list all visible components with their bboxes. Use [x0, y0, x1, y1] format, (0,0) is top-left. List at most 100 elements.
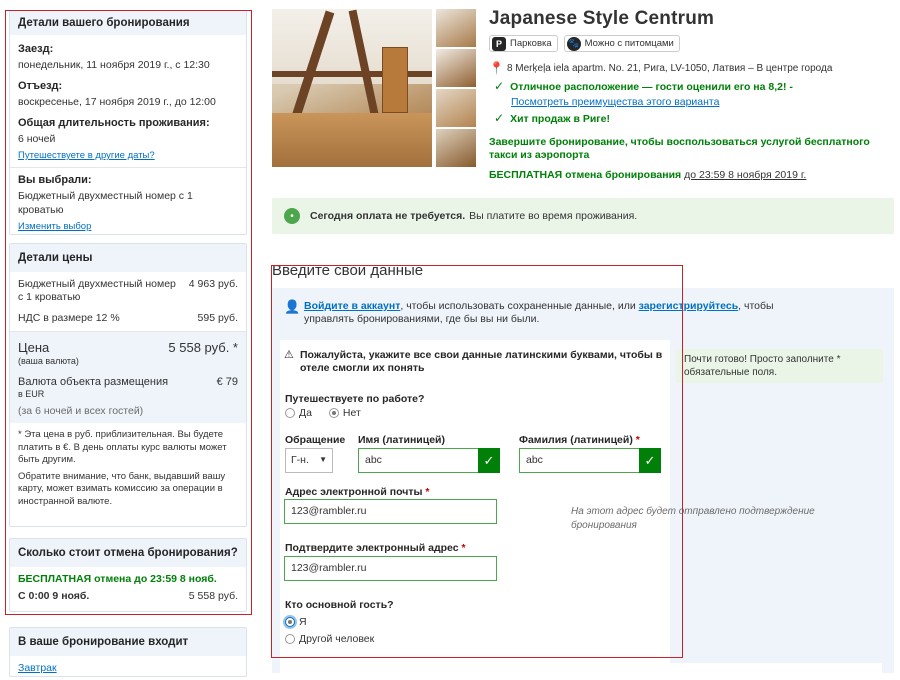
warning-icon: ⚠	[284, 349, 294, 361]
check-icon: ✓	[494, 111, 505, 125]
amenity-parking: P Парковка	[489, 35, 558, 52]
login-mid: , чтобы использовать сохраненные данные,…	[400, 300, 636, 312]
email-input[interactable]: 123@rambler.ru	[284, 499, 497, 524]
rating-text: Отличное расположение — гости оценили ег…	[510, 81, 793, 93]
confirm-email-input[interactable]: 123@rambler.ru	[284, 556, 497, 581]
latin-warning: ⚠ Пожалуйста, укажите все свои данные ла…	[284, 349, 664, 375]
hotel-address-row: 📍 8 Merķeļa iela apartm. No. 21, Рига, L…	[489, 61, 832, 75]
login-link[interactable]: Войдите в аккаунт	[304, 300, 400, 312]
hotel-address: 8 Merķeļa iela apartm. No. 21, Рига, LV-…	[506, 62, 833, 74]
total-label: Цена	[18, 340, 50, 355]
first-name-label: Имя (латиницей)	[358, 434, 446, 446]
checkin-value: понедельник, 11 ноября 2019 г., с 12:30	[18, 59, 210, 71]
main-guest-radio-group: Я Другой человек	[285, 614, 374, 648]
duration-label: Общая длительность проживания:	[18, 117, 210, 129]
form-heading: Введите свои данные	[272, 262, 424, 279]
hotel-main-photo[interactable]	[272, 9, 432, 167]
form-bottom-strip	[286, 663, 882, 673]
checkin-label: Заезд:	[18, 43, 54, 55]
guest-other-option[interactable]: Другой человек	[285, 631, 374, 648]
guest-me-label[interactable]: Я	[299, 616, 307, 628]
other-dates-link[interactable]: Путешествуете в другие даты?	[18, 150, 155, 161]
vat-label: НДС в размере 12 %	[18, 312, 120, 324]
guests-note: (за 6 ночей и всех гостей)	[18, 405, 144, 417]
almost-done-hint: Почти готово! Просто заполните * обязате…	[676, 349, 883, 383]
pay-notice-rest: Вы платите во время проживания.	[469, 210, 638, 222]
confirm-email-value: 123@rambler.ru	[291, 562, 367, 574]
check-icon: ✓	[494, 79, 505, 93]
user-icon: 👤	[284, 299, 301, 314]
amenities-row: P Парковка 🐾 Можно с питомцами	[489, 35, 686, 52]
cancel-fee: 5 558 руб.	[188, 590, 238, 602]
change-selection-link[interactable]: Изменить выбор	[18, 221, 91, 232]
radio-no[interactable]	[328, 408, 339, 419]
radio-no-label[interactable]: Нет	[343, 407, 361, 419]
checkout-label: Отъезд:	[18, 80, 63, 92]
price-note-1: * Эта цена в руб. приблизительная. Вы бу…	[18, 429, 227, 465]
first-name-value: abc	[365, 454, 382, 466]
amenity-pets-label: Можно с питомцами	[584, 38, 674, 49]
rating-row: ✓ Отличное расположение — гости оценили е…	[494, 79, 793, 110]
hotel-name: Japanese Style Centrum	[489, 8, 715, 29]
radio-guest-other[interactable]	[285, 634, 295, 645]
chevron-down-icon: ▼	[319, 455, 327, 464]
duration-value: 6 ночей	[18, 133, 56, 145]
valid-check-icon: ✓	[478, 448, 500, 473]
pay-later-notice: • Сегодня оплата не требуется. Вы платит…	[272, 198, 894, 234]
last-name-label: Фамилия (латиницей) *	[519, 434, 640, 446]
booking-details-title: Детали вашего бронирования	[10, 11, 246, 35]
hit-text: Хит продаж в Риге!	[510, 113, 611, 125]
salutation-select[interactable]: Г-н. ▼	[285, 448, 333, 473]
free-cancel-link[interactable]: до 23:59 8 ноября 2019 г.	[684, 169, 806, 181]
first-name-input[interactable]: abc ✓	[358, 448, 500, 473]
breakfast-link[interactable]: Завтрак	[18, 662, 57, 674]
radio-guest-me[interactable]	[285, 617, 295, 628]
cancel-fee-row: С 0:00 9 нояб. 5 558 руб.	[18, 590, 238, 603]
radio-yes[interactable]	[285, 408, 295, 419]
email-hint: На этот адрес будет отправлено подтвержд…	[571, 506, 815, 531]
hotel-thumb-1[interactable]	[436, 9, 476, 47]
radio-yes-label[interactable]: Да	[299, 407, 312, 419]
amenity-pets: 🐾 Можно с питомцами	[563, 35, 680, 52]
paw-icon: 🐾	[566, 36, 581, 51]
coin-icon: •	[284, 208, 300, 224]
includes-title: В ваше бронирование входит	[10, 628, 246, 656]
main-guest-label: Кто основной гость?	[285, 599, 394, 611]
cancel-from-label: С 0:00 9 нояб.	[18, 590, 90, 602]
hit-row: ✓ Хит продаж в Риге!	[494, 111, 610, 125]
business-label: Путешествуете по работе?	[285, 393, 425, 405]
room-price: 4 963 руб.	[188, 278, 238, 290]
valid-check-icon: ✓	[639, 448, 661, 473]
hotel-thumb-4[interactable]	[436, 129, 476, 167]
register-link[interactable]: зарегистрируйтесь	[639, 300, 739, 312]
amenity-parking-label: Парковка	[510, 38, 552, 49]
booking-details-panel: Детали вашего бронирования Заезд: понеде…	[9, 10, 247, 235]
chosen-value: Бюджетный двухместный номер с 1 кроватью	[18, 190, 193, 216]
benefits-link[interactable]: Посмотреть преимущества этого варианта	[511, 96, 719, 108]
guest-me-option[interactable]: Я	[285, 614, 374, 631]
last-name-input[interactable]: abc ✓	[519, 448, 661, 473]
parking-icon: P	[492, 36, 506, 51]
total-price-row: Цена 5 558 руб. *	[18, 340, 238, 356]
currency-label: Валюта объекта размещения	[18, 376, 169, 388]
vat-value: 595 руб.	[197, 312, 238, 324]
email-label-text: Адрес электронной почты	[285, 486, 423, 498]
login-row: 👤 Войдите в аккаунт, чтобы использовать …	[284, 300, 824, 326]
currency-sub: в EUR	[18, 389, 45, 399]
guest-other-label[interactable]: Другой человек	[299, 633, 374, 645]
checkout-value: воскресенье, 17 ноября 2019 г., до 12:00	[18, 96, 216, 108]
currency-value: € 79	[216, 376, 238, 388]
free-cancel-until: БЕСПЛАТНАЯ отмена до 23:59 8 нояб.	[18, 573, 217, 585]
hotel-thumb-2[interactable]	[436, 49, 476, 87]
free-cancel-bold: БЕСПЛАТНАЯ отмена бронирования	[489, 169, 682, 181]
includes-panel: В ваше бронирование входит Завтрак	[9, 627, 247, 677]
pay-notice-bold: Сегодня оплата не требуется.	[310, 210, 466, 222]
free-cancel-row: БЕСПЛАТНАЯ отмена бронирования до 23:59 …	[489, 169, 806, 181]
map-pin-icon: 📍	[489, 61, 504, 75]
total-value: 5 558 руб. *	[168, 340, 238, 355]
warning-text: Пожалуйста, укажите все свои данные лати…	[300, 349, 663, 374]
taxi-text: Завершите бронирование, чтобы воспользов…	[489, 136, 870, 161]
hotel-thumb-3[interactable]	[436, 89, 476, 127]
confirm-email-label-text: Подтвердите электронный адрес	[285, 542, 459, 554]
total-sub: (ваша валюта)	[18, 356, 79, 366]
